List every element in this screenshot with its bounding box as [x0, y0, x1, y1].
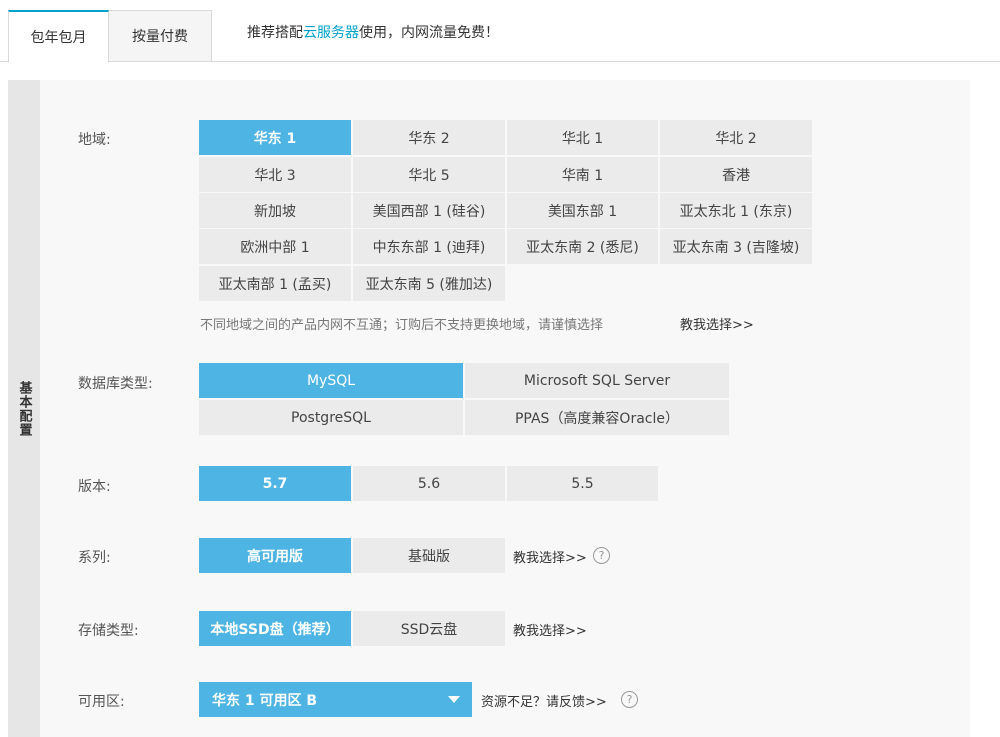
region-option-singapore[interactable]: 新加坡	[199, 193, 351, 228]
db-type-option-mysql[interactable]: MySQL	[199, 363, 463, 398]
region-option-eu-central1[interactable]: 欧洲中部 1	[199, 229, 351, 264]
db-type-option-ppas[interactable]: PPAS（高度兼容Oracle）	[465, 400, 729, 435]
series-option-ha[interactable]: 高可用版	[199, 538, 351, 573]
region-option-ap-southeast2[interactable]: 亚太东南 2 (悉尼)	[507, 229, 658, 264]
region-option-north2[interactable]: 华北 2	[660, 120, 812, 155]
version-option-57[interactable]: 5.7	[199, 466, 351, 501]
panel-sidebar: 基本配置	[8, 80, 40, 737]
promo-suffix: 使用，内网流量免费！	[359, 25, 499, 41]
tab-monthly[interactable]: 包年包月	[8, 10, 109, 63]
region-label: 地域:	[78, 132, 111, 148]
caret-down-icon	[448, 696, 460, 703]
promo-prefix: 推荐搭配	[247, 25, 303, 41]
db-type-option-postgresql[interactable]: PostgreSQL	[199, 400, 463, 435]
storage-option-ssd-cloud[interactable]: SSD云盘	[353, 611, 505, 646]
region-option-east2[interactable]: 华东 2	[353, 120, 505, 155]
region-option-hongkong[interactable]: 香港	[660, 157, 812, 192]
zone-help-icon[interactable]: ?	[621, 691, 638, 708]
zone-select-value: 华东 1 可用区 B	[212, 692, 318, 709]
version-option-55[interactable]: 5.5	[507, 466, 658, 501]
storage-label: 存储类型:	[78, 623, 139, 639]
billing-tabbar: 包年包月 按量付费 推荐搭配云服务器使用，内网流量免费！	[0, 0, 1000, 63]
version-label: 版本:	[78, 479, 111, 495]
region-option-ap-southeast5[interactable]: 亚太东南 5 (雅加达)	[353, 266, 505, 301]
version-option-56[interactable]: 5.6	[353, 466, 505, 501]
series-option-basic[interactable]: 基础版	[353, 538, 505, 573]
region-option-me-east1[interactable]: 中东东部 1 (迪拜)	[353, 229, 505, 264]
region-option-north5[interactable]: 华北 5	[353, 157, 505, 192]
storage-help-link[interactable]: 教我选择>>	[513, 620, 587, 639]
series-help-link[interactable]: 教我选择>>	[513, 547, 587, 566]
tab-pay-as-you-go[interactable]: 按量付费	[109, 10, 212, 62]
region-option-north3[interactable]: 华北 3	[199, 157, 351, 192]
region-option-us-east1[interactable]: 美国东部 1	[507, 193, 658, 228]
region-option-ap-northeast1[interactable]: 亚太东北 1 (东京)	[660, 193, 812, 228]
series-help-icon[interactable]: ?	[593, 547, 610, 564]
zone-select[interactable]: 华东 1 可用区 B	[199, 682, 472, 717]
region-help-link[interactable]: 教我选择>>	[680, 314, 754, 333]
region-option-ap-southeast3[interactable]: 亚太东南 3 (吉隆坡)	[660, 229, 812, 264]
region-hint: 不同地域之间的产品内网不互通；订购后不支持更换地域，请谨慎选择	[200, 318, 604, 333]
zone-feedback-link[interactable]: 资源不足？请反馈>>	[481, 691, 607, 710]
zone-label: 可用区:	[78, 694, 125, 710]
series-label: 系列:	[78, 550, 111, 566]
storage-option-local-ssd[interactable]: 本地SSD盘（推荐）	[199, 611, 351, 646]
region-option-us-west1[interactable]: 美国西部 1 (硅谷)	[353, 193, 505, 228]
promo-text: 推荐搭配云服务器使用，内网流量免费！	[247, 22, 499, 42]
region-option-ap-south1[interactable]: 亚太南部 1 (孟买)	[199, 266, 351, 301]
db-type-label: 数据库类型:	[78, 376, 153, 392]
region-option-south1[interactable]: 华南 1	[507, 157, 658, 192]
ecs-link[interactable]: 云服务器	[303, 25, 359, 41]
region-option-north1[interactable]: 华北 1	[507, 120, 658, 155]
sidebar-label: 基本配置	[16, 380, 32, 437]
db-type-option-sqlserver[interactable]: Microsoft SQL Server	[465, 363, 729, 398]
region-option-east1[interactable]: 华东 1	[199, 120, 351, 155]
